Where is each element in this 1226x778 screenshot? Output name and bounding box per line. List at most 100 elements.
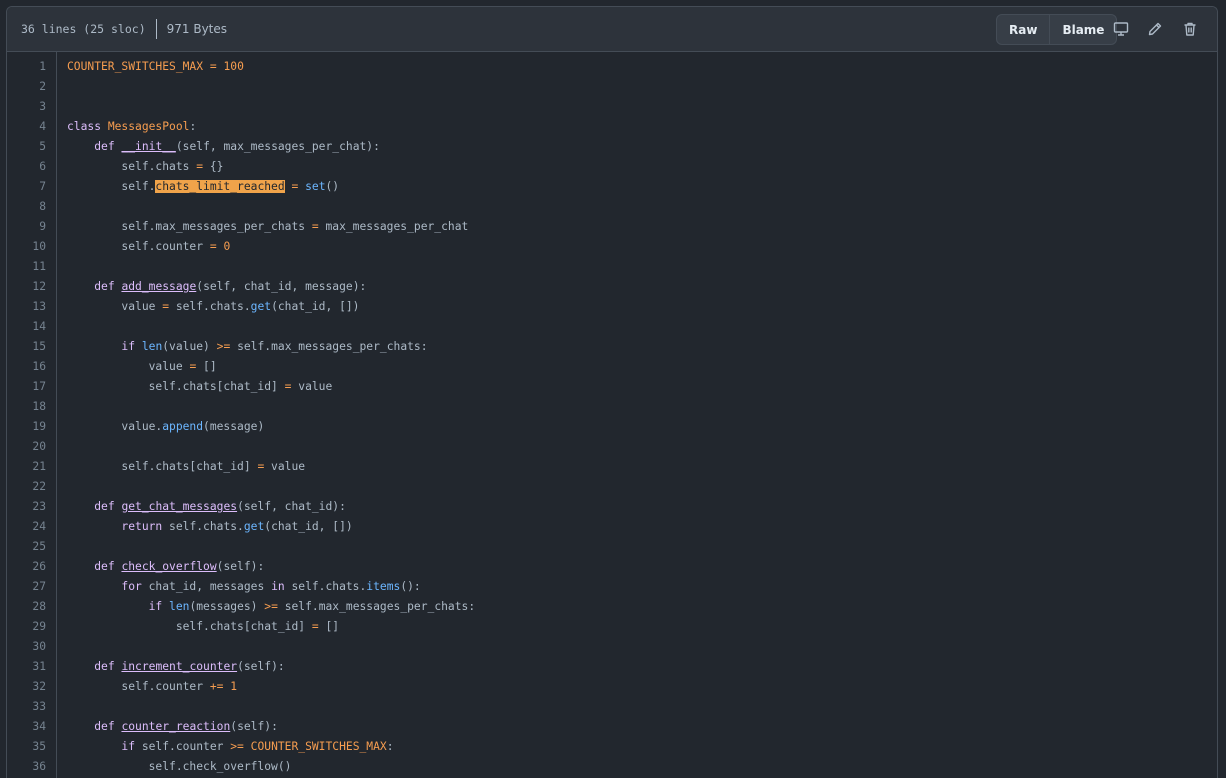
- code-text: def add_message(self, chat_id, message):: [94, 280, 367, 293]
- code-text: self.chats = {}: [67, 160, 224, 173]
- code-line: 19 value.append(message): [7, 417, 1217, 437]
- file-info: 36 lines (25 sloc) 971 Bytes: [21, 7, 227, 51]
- code-line: 13 value = self.chats.get(chat_id, []): [7, 297, 1217, 317]
- line-number[interactable]: 24: [7, 517, 46, 537]
- code-line: 21 self.chats[chat_id] = value: [7, 457, 1217, 477]
- line-number[interactable]: 31: [7, 657, 46, 677]
- line-number[interactable]: 7: [7, 177, 46, 197]
- code-line: 35 if self.counter >= COUNTER_SWITCHES_M…: [7, 737, 1217, 757]
- code-text: value = self.chats.get(chat_id, []): [67, 300, 360, 313]
- line-number[interactable]: 16: [7, 357, 46, 377]
- line-number[interactable]: 19: [7, 417, 46, 437]
- code-line: 11: [7, 257, 1217, 277]
- pencil-icon[interactable]: [1143, 17, 1167, 41]
- code-line: 9 self.max_messages_per_chats = max_mess…: [7, 217, 1217, 237]
- code-line: 23 def get_chat_messages(self, chat_id):: [7, 497, 1217, 517]
- line-number[interactable]: 10: [7, 237, 46, 257]
- code-line: 10 self.counter = 0: [7, 237, 1217, 257]
- file-view: 36 lines (25 sloc) 971 Bytes Raw Blame 1…: [6, 6, 1218, 778]
- code-text: self.chats_limit_reached = set(): [67, 180, 340, 193]
- line-number[interactable]: 25: [7, 537, 46, 557]
- line-number[interactable]: 15: [7, 337, 46, 357]
- code-text: def check_overflow(self):: [94, 560, 265, 573]
- code-line: 28 if len(messages) >= self.max_messages…: [7, 597, 1217, 617]
- line-number[interactable]: 32: [7, 677, 46, 697]
- code-text: if len(value) >= self.max_messages_per_c…: [121, 340, 428, 353]
- trash-icon[interactable]: [1178, 17, 1202, 41]
- code-line: 3: [7, 97, 1217, 117]
- code-line: 31 def increment_counter(self):: [7, 657, 1217, 677]
- code-line: 34 def counter_reaction(self):: [7, 717, 1217, 737]
- line-number[interactable]: 27: [7, 577, 46, 597]
- line-number[interactable]: 28: [7, 597, 46, 617]
- code-text: value = []: [67, 360, 217, 373]
- desktop-icon[interactable]: [1109, 17, 1133, 41]
- code-line: 1 COUNTER_SWITCHES_MAX = 100: [7, 57, 1217, 77]
- code-line: 2: [7, 77, 1217, 97]
- code-line: 22: [7, 477, 1217, 497]
- blame-button[interactable]: Blame: [1049, 15, 1116, 44]
- code-text: self.counter += 1: [67, 680, 238, 693]
- code-line: 15 if len(value) >= self.max_messages_pe…: [7, 337, 1217, 357]
- code-line: 30: [7, 637, 1217, 657]
- code-line: 24 return self.chats.get(chat_id, []): [7, 517, 1217, 537]
- line-number[interactable]: 26: [7, 557, 46, 577]
- code-text: for chat_id, messages in self.chats.item…: [121, 580, 421, 593]
- line-number[interactable]: 11: [7, 257, 46, 277]
- code-text: if len(messages) >= self.max_messages_pe…: [148, 600, 476, 613]
- line-number[interactable]: 5: [7, 137, 46, 157]
- code-line: 36 self.check_overflow(): [7, 757, 1217, 777]
- line-number[interactable]: 8: [7, 197, 46, 217]
- line-number[interactable]: 22: [7, 477, 46, 497]
- code-text: self.counter = 0: [67, 240, 231, 253]
- code-line: 4 class MessagesPool:: [7, 117, 1217, 137]
- code-text: self.chats[chat_id] = []: [67, 620, 340, 633]
- line-number[interactable]: 21: [7, 457, 46, 477]
- code-text: COUNTER_SWITCHES_MAX = 100: [67, 60, 244, 73]
- code-line: 16 value = []: [7, 357, 1217, 377]
- code-line: 7 self.chats_limit_reached = set(): [7, 177, 1217, 197]
- line-number[interactable]: 4: [7, 117, 46, 137]
- line-number[interactable]: 2: [7, 77, 46, 97]
- code-line: 18: [7, 397, 1217, 417]
- line-number[interactable]: 30: [7, 637, 46, 657]
- line-number[interactable]: 12: [7, 277, 46, 297]
- code-line: 17 self.chats[chat_id] = value: [7, 377, 1217, 397]
- raw-button[interactable]: Raw: [997, 15, 1049, 44]
- line-number[interactable]: 36: [7, 757, 46, 777]
- line-number[interactable]: 1: [7, 57, 46, 77]
- line-number[interactable]: 23: [7, 497, 46, 517]
- code-text: def counter_reaction(self):: [94, 720, 278, 733]
- line-number[interactable]: 29: [7, 617, 46, 637]
- code-line: 25: [7, 537, 1217, 557]
- line-number[interactable]: 17: [7, 377, 46, 397]
- line-number[interactable]: 20: [7, 437, 46, 457]
- line-number[interactable]: 18: [7, 397, 46, 417]
- line-number[interactable]: 34: [7, 717, 46, 737]
- code-text: def get_chat_messages(self, chat_id):: [94, 500, 346, 513]
- line-number[interactable]: 35: [7, 737, 46, 757]
- line-number[interactable]: 13: [7, 297, 46, 317]
- code-line: 20: [7, 437, 1217, 457]
- file-header: 36 lines (25 sloc) 971 Bytes Raw Blame: [7, 7, 1217, 52]
- file-size: 971 Bytes: [166, 22, 228, 36]
- view-button-group: Raw Blame: [996, 14, 1118, 45]
- code-text: def increment_counter(self):: [94, 660, 285, 673]
- code-view: 1 COUNTER_SWITCHES_MAX = 100 2 3 4 class Mess…: [7, 52, 1217, 778]
- code-text: self.max_messages_per_chats = max_messag…: [67, 220, 469, 233]
- code-text: if self.counter >= COUNTER_SWITCHES_MAX:: [121, 740, 394, 753]
- line-number[interactable]: 33: [7, 697, 46, 717]
- line-number[interactable]: 9: [7, 217, 46, 237]
- code-text: self.check_overflow(): [67, 760, 292, 773]
- code-line: 33: [7, 697, 1217, 717]
- code-line: 27 for chat_id, messages in self.chats.i…: [7, 577, 1217, 597]
- line-number[interactable]: 6: [7, 157, 46, 177]
- line-number[interactable]: 3: [7, 97, 46, 117]
- code-text: self.chats[chat_id] = value: [67, 380, 333, 393]
- code-line: 26 def check_overflow(self):: [7, 557, 1217, 577]
- code-text: value.append(message): [67, 420, 265, 433]
- line-number[interactable]: 14: [7, 317, 46, 337]
- code-text: return self.chats.get(chat_id, []): [121, 520, 353, 533]
- code-line: 14: [7, 317, 1217, 337]
- code-line: 8: [7, 197, 1217, 217]
